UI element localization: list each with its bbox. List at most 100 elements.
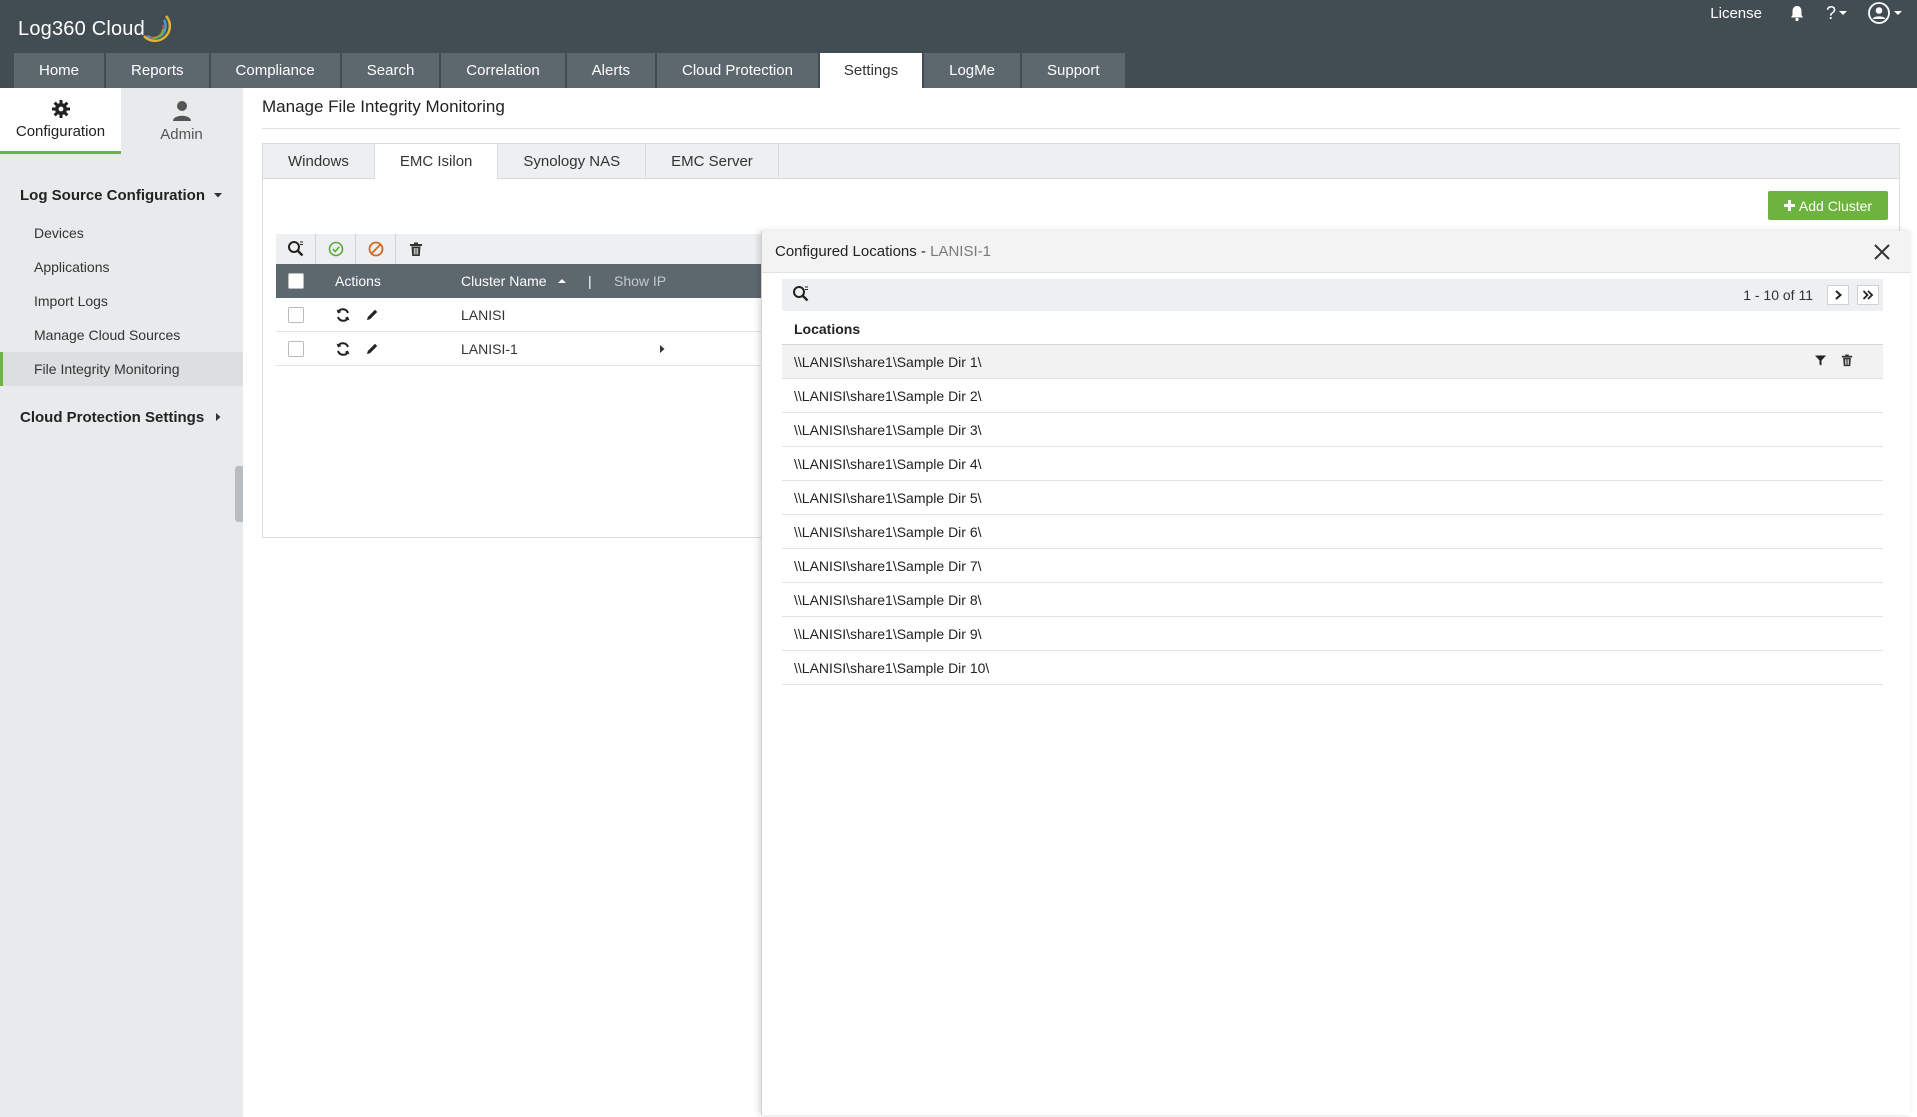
nav-tab-reports[interactable]: Reports bbox=[106, 53, 209, 88]
cluster-name-cell[interactable]: LANISI-1 bbox=[461, 332, 518, 366]
sidebar-collapse-handle[interactable] bbox=[235, 466, 243, 522]
sidebar-item-manage-cloud-sources[interactable]: Manage Cloud Sources bbox=[0, 318, 243, 352]
double-chevron-right-icon bbox=[1862, 290, 1874, 300]
sidebar-tab-admin[interactable]: Admin bbox=[121, 88, 242, 154]
tab-windows[interactable]: Windows bbox=[263, 144, 375, 179]
user-menu-button[interactable] bbox=[1868, 2, 1903, 24]
row-checkbox[interactable] bbox=[288, 332, 304, 366]
nav-tab-compliance[interactable]: Compliance bbox=[210, 53, 340, 88]
show-ip-toggle[interactable]: Show IP bbox=[614, 264, 666, 298]
cluster-grid-toolbar bbox=[276, 234, 762, 264]
next-page-button[interactable] bbox=[1827, 285, 1849, 305]
row-actions bbox=[1814, 354, 1853, 367]
checkbox-box bbox=[288, 341, 304, 357]
panel-header: Configured Locations - LANISI-1 bbox=[762, 231, 1911, 273]
list-item[interactable]: \\LANISI\share1\Sample Dir 4\ bbox=[782, 447, 1883, 481]
panel-title: Configured Locations - LANISI-1 bbox=[775, 243, 991, 260]
enable-button[interactable] bbox=[316, 234, 356, 264]
sidebar-item-devices[interactable]: Devices bbox=[0, 216, 243, 250]
list-item[interactable]: \\LANISI\share1\Sample Dir 8\ bbox=[782, 583, 1883, 617]
delete-button[interactable] bbox=[396, 234, 436, 264]
tab-emc-server[interactable]: EMC Server bbox=[646, 144, 779, 179]
location-path: \\LANISI\share1\Sample Dir 9\ bbox=[794, 625, 982, 642]
location-path: \\LANISI\share1\Sample Dir 1\ bbox=[794, 353, 982, 370]
sidebar-item-file-integrity-monitoring[interactable]: File Integrity Monitoring bbox=[0, 352, 243, 386]
column-header-actions: Actions bbox=[335, 273, 381, 289]
top-right-utilities: License ? bbox=[1710, 0, 1917, 26]
nav-tab-search[interactable]: Search bbox=[341, 53, 440, 88]
tab-synology-nas[interactable]: Synology NAS bbox=[498, 144, 647, 179]
location-path: \\LANISI\share1\Sample Dir 5\ bbox=[794, 489, 982, 506]
user-icon bbox=[172, 100, 191, 121]
sidebar-tab-configuration[interactable]: Configuration bbox=[0, 88, 121, 154]
add-cluster-label: Add Cluster bbox=[1798, 197, 1873, 214]
plus-icon bbox=[1783, 200, 1795, 211]
table-row[interactable]: LANISI bbox=[276, 298, 762, 332]
sidebar-tab-label: Configuration bbox=[15, 123, 106, 140]
close-icon[interactable] bbox=[1871, 241, 1893, 263]
row-expand-button[interactable] bbox=[658, 332, 666, 366]
chevron-right-icon bbox=[1835, 290, 1843, 300]
refresh-button[interactable] bbox=[335, 298, 351, 332]
sidebar-group-log-source-configuration[interactable]: Log Source Configuration bbox=[0, 184, 243, 206]
disable-button[interactable] bbox=[356, 234, 396, 264]
sidebar-group-cloud-protection-settings[interactable]: Cloud Protection Settings bbox=[0, 406, 243, 428]
column-header-cluster-name[interactable]: Cluster Name bbox=[461, 264, 567, 298]
chevron-down-icon bbox=[1839, 11, 1847, 15]
top-header: Log360 Cloud License ? Home Reports Comp… bbox=[0, 0, 1917, 88]
notifications-button[interactable] bbox=[1788, 4, 1806, 22]
sidebar-group-label: Log Source Configuration bbox=[20, 186, 205, 204]
logo-arc-icon bbox=[143, 15, 172, 43]
list-item[interactable]: \\LANISI\share1\Sample Dir 5\ bbox=[782, 481, 1883, 515]
list-item[interactable]: \\LANISI\share1\Sample Dir 6\ bbox=[782, 515, 1883, 549]
list-item[interactable]: \\LANISI\share1\Sample Dir 9\ bbox=[782, 617, 1883, 651]
edit-button[interactable] bbox=[365, 332, 379, 366]
account-avatar-icon bbox=[1868, 2, 1890, 24]
pagination-info: 1 - 10 of 11 bbox=[1743, 287, 1813, 303]
license-link[interactable]: License bbox=[1710, 5, 1762, 22]
nav-tab-correlation[interactable]: Correlation bbox=[441, 53, 565, 88]
location-path: \\LANISI\share1\Sample Dir 4\ bbox=[794, 455, 982, 472]
tab-emc-isilon[interactable]: EMC Isilon bbox=[374, 144, 499, 180]
nav-tab-alerts[interactable]: Alerts bbox=[566, 53, 656, 88]
location-path: \\LANISI\share1\Sample Dir 8\ bbox=[794, 591, 982, 608]
help-button[interactable]: ? bbox=[1826, 3, 1848, 24]
sort-asc-icon bbox=[557, 279, 566, 283]
search-button[interactable] bbox=[276, 234, 316, 264]
nav-tab-cloud-protection[interactable]: Cloud Protection bbox=[657, 53, 818, 88]
sidebar-item-import-logs[interactable]: Import Logs bbox=[0, 284, 243, 318]
list-item[interactable]: \\LANISI\share1\Sample Dir 2\ bbox=[782, 379, 1883, 413]
list-item[interactable]: \\LANISI\share1\Sample Dir 3\ bbox=[782, 413, 1883, 447]
locations-toolbar: 1 - 10 of 11 bbox=[782, 279, 1883, 311]
nav-tab-settings[interactable]: Settings bbox=[819, 53, 923, 88]
last-page-button[interactable] bbox=[1857, 285, 1879, 305]
locations-search-button[interactable] bbox=[792, 285, 810, 307]
nav-tab-logme[interactable]: LogMe bbox=[924, 53, 1020, 88]
location-path: \\LANISI\share1\Sample Dir 10\ bbox=[794, 659, 990, 676]
app-logo[interactable]: Log360 Cloud bbox=[18, 15, 172, 43]
cluster-name-cell[interactable]: LANISI bbox=[461, 298, 505, 332]
sidebar-item-applications[interactable]: Applications bbox=[0, 250, 243, 284]
refresh-button[interactable] bbox=[335, 332, 351, 366]
nav-tab-home[interactable]: Home bbox=[14, 53, 105, 88]
trash-icon bbox=[410, 242, 422, 256]
caret-right-icon bbox=[216, 413, 221, 421]
list-item[interactable]: \\LANISI\share1\Sample Dir 10\ bbox=[782, 651, 1883, 685]
logo-text: Log360 Cloud bbox=[18, 18, 145, 40]
table-row[interactable]: LANISI-1 bbox=[276, 332, 762, 366]
device-type-tabs: Windows EMC Isilon Synology NAS EMC Serv… bbox=[262, 143, 1900, 180]
trash-icon[interactable] bbox=[1841, 354, 1853, 367]
row-checkbox[interactable] bbox=[288, 298, 304, 332]
title-divider bbox=[262, 128, 1900, 129]
list-item[interactable]: \\LANISI\share1\Sample Dir 7\ bbox=[782, 549, 1883, 583]
edit-button[interactable] bbox=[365, 298, 379, 332]
nav-tab-support[interactable]: Support bbox=[1022, 53, 1125, 88]
page-title: Manage File Integrity Monitoring bbox=[262, 97, 505, 116]
list-item[interactable]: \\LANISI\share1\Sample Dir 1\ bbox=[782, 345, 1883, 379]
sidebar-tabs: Configuration Admin bbox=[0, 88, 243, 154]
select-all-checkbox[interactable] bbox=[288, 264, 304, 298]
filter-icon[interactable] bbox=[1814, 354, 1827, 367]
panel-title-text: Configured Locations - bbox=[775, 243, 931, 260]
check-circle-icon bbox=[328, 241, 343, 257]
add-cluster-button[interactable]: Add Cluster bbox=[1768, 191, 1888, 220]
